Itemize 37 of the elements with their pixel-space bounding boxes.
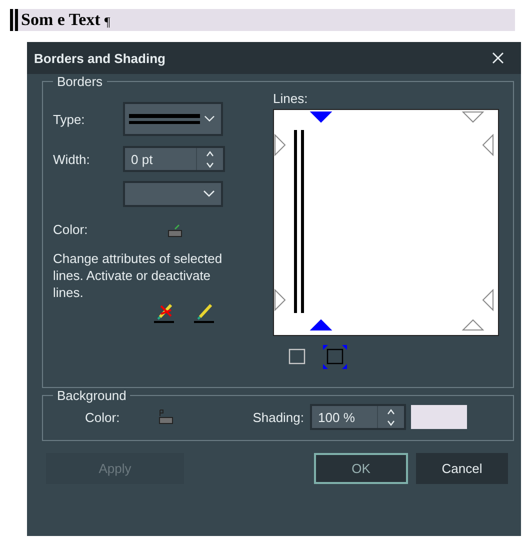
line-marker-icon[interactable] [462, 112, 484, 123]
close-icon[interactable] [492, 52, 504, 64]
window-title: Borders and Shading [34, 50, 166, 66]
type-label: Type: [53, 112, 86, 126]
group-title: Borders [56, 74, 104, 89]
line-marker-icon[interactable] [274, 134, 286, 156]
document-text: Som e Text [21, 10, 100, 30]
line-marker-icon[interactable] [274, 288, 286, 312]
shading-spinbox[interactable]: 100 % [310, 404, 406, 430]
width-label: Width: [53, 152, 91, 166]
shading-color-swatch[interactable] [411, 405, 468, 429]
color-picker-icon[interactable] [167, 222, 183, 238]
cancel-button[interactable]: Cancel [416, 453, 508, 484]
color-label: Color: [85, 410, 120, 424]
text-cursor [15, 9, 18, 31]
double-line-icon [129, 112, 200, 126]
chevron-icon [203, 190, 215, 198]
pen-remove-icon[interactable] [154, 301, 176, 323]
border-preview[interactable] [273, 109, 499, 336]
shading-label: Shading: [252, 410, 304, 424]
instruction-text: Change attributes of selected lines. Activate or deactivate lines. [53, 250, 224, 301]
line-color-dropdown[interactable] [123, 181, 223, 207]
line-marker-icon[interactable] [310, 319, 332, 330]
color-picker-icon[interactable] [158, 409, 174, 425]
line-marker-icon[interactable] [462, 319, 484, 330]
ok-button[interactable]: OK [314, 453, 408, 484]
chevron-icon [204, 115, 215, 123]
pen-icon[interactable] [194, 301, 216, 323]
lines-label: Lines: [273, 91, 309, 106]
line-marker-icon[interactable] [482, 288, 494, 312]
pilcrow-mark: ¶ [104, 14, 110, 30]
line-marker-icon[interactable] [310, 112, 332, 123]
group-title: Background [56, 388, 128, 403]
line-type-dropdown[interactable] [123, 102, 223, 136]
color-label: Color: [53, 222, 89, 236]
line-marker-icon[interactable] [482, 134, 494, 156]
width-spinbox[interactable]: 0 pt [123, 146, 225, 172]
